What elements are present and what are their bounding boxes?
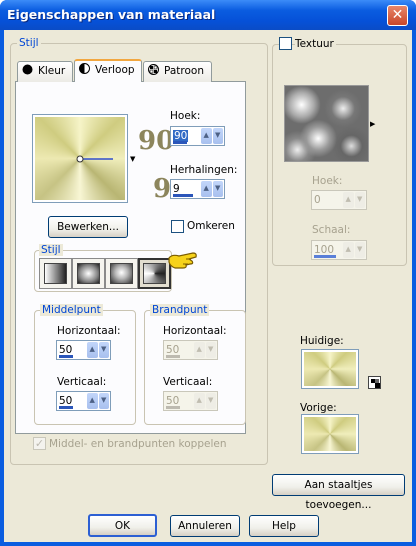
tab-color[interactable]: Kleur: [17, 61, 73, 82]
spin-down-icon[interactable]: ▼: [98, 393, 109, 409]
edit-button[interactable]: Bewerken...: [48, 216, 128, 238]
substyle-label: Stijl: [39, 244, 63, 256]
angle-label: Hoek:: [170, 110, 201, 122]
spin-up-icon[interactable]: ▲: [343, 192, 354, 208]
focal-horizontal-label: Horizontaal:: [163, 325, 227, 337]
spin-up-icon[interactable]: ▲: [194, 393, 205, 409]
texture-scale-label: Schaal:: [312, 224, 351, 236]
previous-label: Vorige:: [300, 402, 337, 414]
spin-up-icon[interactable]: ▲: [343, 242, 354, 258]
cancel-button[interactable]: Annuleren: [170, 515, 240, 537]
texture-label: Textuur: [295, 38, 336, 50]
sunburst-style-button[interactable]: [105, 258, 138, 289]
add-to-swatches-button[interactable]: Aan staaltjes toevoegen...: [272, 474, 405, 511]
tab-pattern-label: Patroon: [164, 65, 205, 77]
spin-down-icon[interactable]: ▼: [354, 192, 365, 208]
link-points-checkbox[interactable]: ✓: [33, 437, 46, 450]
style-group-label: Stijl: [17, 37, 41, 49]
tab-pattern[interactable]: Patroon: [143, 61, 212, 82]
gradient-icon: [79, 62, 90, 74]
spin-down-icon[interactable]: ▼: [98, 342, 109, 358]
tab-gradient-label: Verloop: [95, 64, 135, 76]
swap-icon[interactable]: [368, 376, 381, 389]
gradient-dropdown-icon[interactable]: ▼: [130, 155, 135, 163]
spin-down-icon[interactable]: ▼: [205, 393, 216, 409]
spin-down-icon[interactable]: ▼: [205, 342, 216, 358]
texture-checkbox[interactable]: [279, 37, 292, 50]
center-horizontal-stepper[interactable]: 50 ▲ ▼: [56, 340, 111, 360]
focal-vertical-stepper[interactable]: 50 ▲ ▼: [163, 391, 218, 411]
gradient-angle-marker: [76, 155, 113, 163]
link-points-label: Middel- en brandpunten koppelen: [49, 438, 227, 450]
window-title: Eigenschappen van materiaal: [7, 7, 216, 22]
texture-angle-value: 0: [314, 194, 321, 206]
focal-vertical-label: Verticaal:: [163, 376, 213, 388]
texture-scale-stepper[interactable]: 100 ▲ ▼: [311, 240, 367, 260]
repeats-big-number: 9: [153, 174, 172, 204]
focal-point-label: Brandpunt: [150, 304, 210, 316]
circle-icon: [22, 63, 33, 75]
texture-angle-stepper[interactable]: 0 ▲ ▼: [311, 190, 367, 210]
center-vertical-stepper[interactable]: 50 ▲ ▼: [56, 391, 111, 411]
spin-up-icon[interactable]: ▲: [87, 342, 98, 358]
previous-swatch[interactable]: [301, 414, 359, 454]
repeats-stepper[interactable]: 9 ▲ ▼: [170, 179, 225, 199]
spin-up-icon[interactable]: ▲: [194, 342, 205, 358]
texture-angle-label: Hoek:: [312, 175, 343, 187]
texture-dropdown-icon[interactable]: ▶: [370, 120, 375, 128]
close-icon: ✕: [391, 7, 404, 23]
linear-style-button[interactable]: [39, 258, 72, 289]
current-swatch[interactable]: [301, 349, 359, 389]
rectangular-style-button[interactable]: [72, 258, 105, 289]
angle-big-number: 90: [138, 126, 175, 156]
tab-color-label: Kleur: [38, 65, 66, 77]
ok-button[interactable]: OK: [88, 514, 157, 537]
spin-down-icon[interactable]: ▼: [212, 128, 223, 144]
spin-down-icon[interactable]: ▼: [212, 181, 223, 197]
center-point-label: Middelpunt: [40, 304, 103, 316]
pattern-icon: [148, 63, 159, 75]
dialog-body: Stijl Kleur Verloop Patroon ▼ 90 Hoek: 9…: [4, 30, 412, 542]
texture-preview[interactable]: [284, 85, 369, 162]
center-horizontal-label: Horizontaal:: [57, 325, 121, 337]
angle-stepper[interactable]: 90 ▲ ▼: [170, 126, 225, 146]
gradient-preview[interactable]: [32, 114, 128, 203]
center-vertical-label: Verticaal:: [57, 376, 107, 388]
spin-up-icon[interactable]: ▲: [87, 393, 98, 409]
current-label: Huidige:: [300, 335, 344, 347]
invert-label: Omkeren: [187, 220, 235, 232]
spin-up-icon[interactable]: ▲: [201, 128, 212, 144]
spin-down-icon[interactable]: ▼: [354, 242, 365, 258]
repeats-label: Herhalingen:: [170, 164, 238, 176]
hand-pointer-icon: [168, 252, 197, 269]
title-bar[interactable]: Eigenschappen van materiaal ✕: [0, 0, 416, 30]
close-button[interactable]: ✕: [387, 5, 408, 26]
dialog-window: Eigenschappen van materiaal ✕ Stijl Kleu…: [0, 0, 416, 546]
help-button[interactable]: Help: [249, 515, 319, 537]
spin-up-icon[interactable]: ▲: [201, 181, 212, 197]
focal-horizontal-stepper[interactable]: 50 ▲ ▼: [163, 340, 218, 360]
invert-checkbox[interactable]: [171, 220, 184, 233]
tab-gradient[interactable]: Verloop: [74, 59, 142, 82]
